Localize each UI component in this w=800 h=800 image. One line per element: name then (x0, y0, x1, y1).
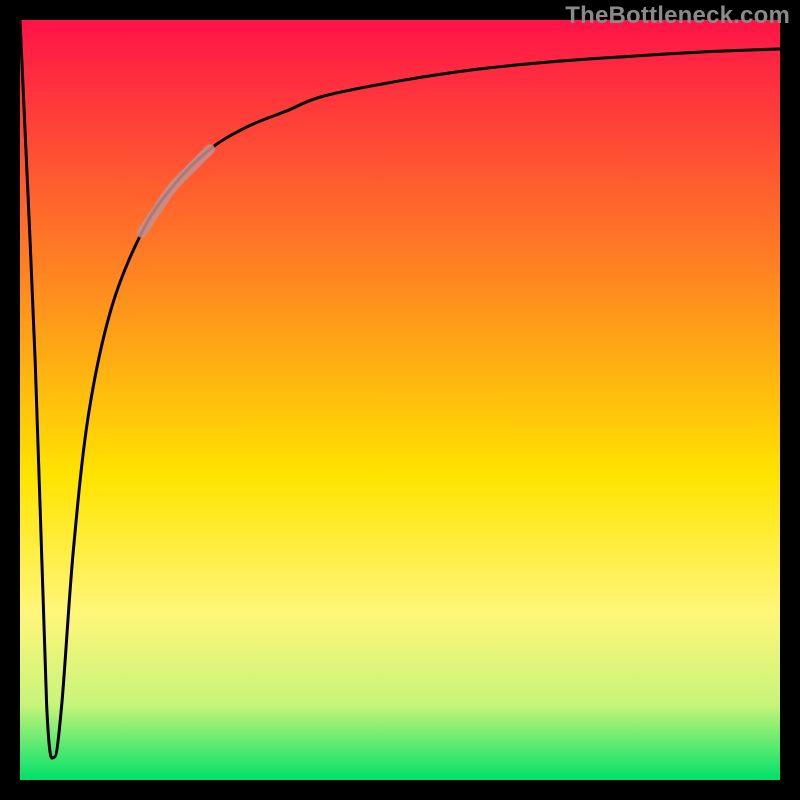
plot-area (20, 20, 780, 780)
watermark-label: TheBottleneck.com (565, 2, 790, 30)
bottleneck-curve-chart (0, 0, 800, 800)
